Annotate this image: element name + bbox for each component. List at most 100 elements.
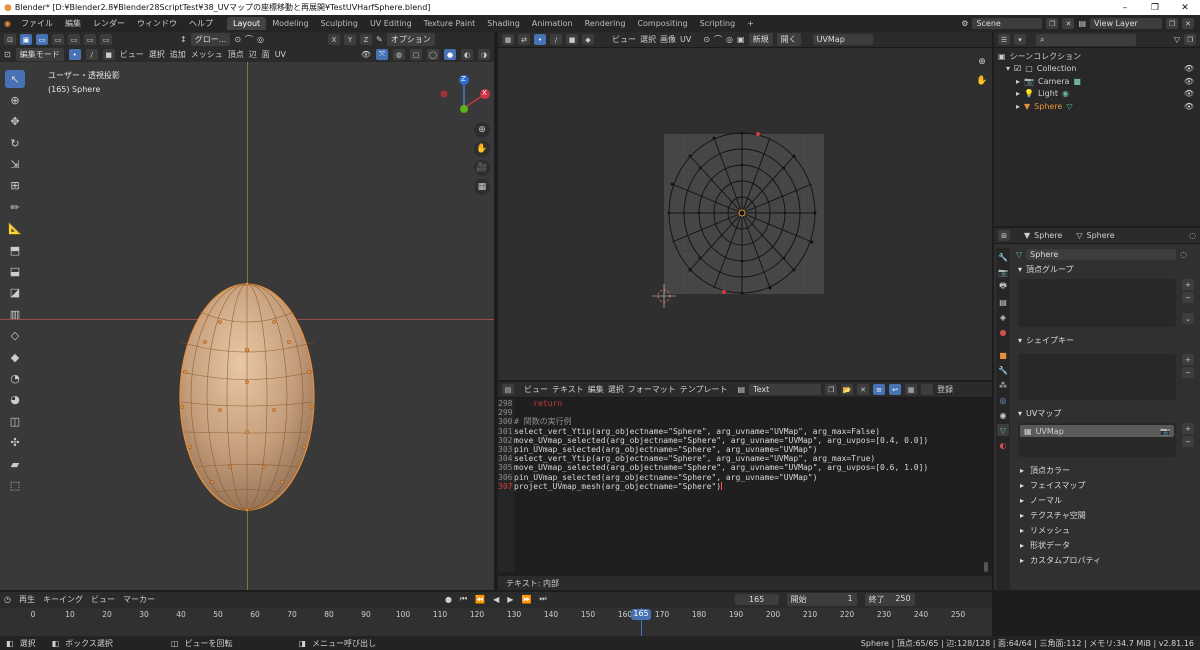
view-layer-tab-icon[interactable]: ▤: [997, 296, 1009, 308]
view-layer-field[interactable]: View Layer: [1090, 18, 1162, 29]
code-line[interactable]: 298 return: [498, 399, 928, 408]
normals-panel[interactable]: ▸ ノーマル: [1012, 493, 1200, 508]
editor-type-properties-icon[interactable]: ⊞: [998, 230, 1010, 241]
uv-maps-panel-header[interactable]: ▾ UVマップ: [1012, 406, 1200, 421]
overlay-toggle-icon[interactable]: ◍: [393, 49, 405, 60]
tl-menu-playback[interactable]: 再生: [19, 594, 35, 605]
remove-uvmap-button[interactable]: −: [1182, 436, 1194, 447]
code-line[interactable]: 306 pin_UVmap_selected(arg_objectname="Sp…: [498, 473, 928, 482]
tool-tab-icon[interactable]: 🔧: [997, 251, 1009, 263]
material-tab-icon[interactable]: ◐: [997, 439, 1009, 451]
pin-icon[interactable]: ◌: [1189, 231, 1196, 240]
select-mode-subtract-icon[interactable]: ▭: [68, 34, 80, 45]
uv-maps-list[interactable]: ▦ UVMap 📷: [1018, 423, 1176, 457]
tl-menu-keying[interactable]: キーイング: [43, 594, 83, 605]
options-dropdown[interactable]: オプション: [386, 33, 435, 46]
proportional-edit-icon[interactable]: ◎: [257, 35, 264, 44]
code-line[interactable]: 300 # 関数の実行例: [498, 417, 928, 426]
render-tab-icon[interactable]: 📷: [997, 266, 1009, 278]
wireframe-shading-icon[interactable]: ◯: [427, 49, 439, 60]
expand-arrow-icon[interactable]: ▾: [1006, 64, 1010, 73]
code-line[interactable]: 302 move_UVmap_selected(arg_objectname="S…: [498, 436, 928, 445]
menu-window[interactable]: ウィンドウ: [131, 18, 183, 29]
select-mode-extend-icon[interactable]: ▭: [52, 34, 64, 45]
te-menu-templates[interactable]: テンプレート: [680, 384, 728, 395]
collection-row[interactable]: ▾ ☑ ▢ Collection 👁: [994, 63, 1200, 76]
new-collection-icon[interactable]: ❐: [1184, 34, 1196, 45]
maximize-button[interactable]: ❐: [1140, 3, 1170, 13]
te-menu-text[interactable]: テキスト: [552, 384, 584, 395]
tab-texture-paint[interactable]: Texture Paint: [418, 17, 482, 30]
mirror-z-toggle[interactable]: Z: [360, 34, 373, 45]
move-tool-icon[interactable]: ✥: [5, 113, 25, 131]
edge-slide-tool-icon[interactable]: ◫: [5, 412, 25, 430]
scale-tool-icon[interactable]: ⇲: [5, 156, 25, 174]
uv-vertex-mode-icon[interactable]: •: [534, 34, 546, 45]
scene-icon[interactable]: ⚙: [961, 19, 968, 28]
editor-type-icon-3d[interactable]: ⊡: [4, 50, 11, 59]
viewport-3d[interactable]: ⊡ ▣ ▭ ▭ ▭ ▭ ▭ ↕ グロー... ⊙ ⌒ ◎ X Y Z ✎ オプシ…: [0, 32, 496, 590]
code-line[interactable]: 301 select_vert_Ytip(arg_objectname="Sphe…: [498, 427, 928, 436]
menu-file[interactable]: ファイル: [15, 18, 59, 29]
mode-dropdown[interactable]: 編集モード: [15, 48, 64, 61]
select-mode-intersect-icon[interactable]: ▭: [100, 34, 112, 45]
uvmap-dropdown[interactable]: UVMap: [812, 34, 873, 45]
unlink-text-icon[interactable]: ✕: [857, 384, 870, 395]
text-datablock-field[interactable]: Text: [749, 384, 822, 395]
vertex-group-menu-icon[interactable]: ⌄: [1182, 313, 1194, 324]
2d-cursor-icon[interactable]: [652, 284, 676, 308]
vp-menu-mesh[interactable]: メッシュ: [191, 49, 223, 60]
edge-select-mode[interactable]: /: [85, 49, 98, 60]
modifier-tab-icon[interactable]: 🔧: [997, 364, 1009, 376]
tl-menu-view[interactable]: ビュー: [91, 594, 115, 605]
te-menu-select[interactable]: 選択: [608, 384, 624, 395]
visibility-eye-icon[interactable]: 👁: [1184, 64, 1200, 73]
select-mode-new-icon[interactable]: ▭: [36, 34, 48, 45]
new-scene-icon[interactable]: ❐: [1046, 18, 1059, 29]
remesh-panel[interactable]: ▸ リメッシュ: [1012, 523, 1200, 538]
uv-pan-hand-icon[interactable]: ✋: [974, 73, 990, 89]
rendered-shading-icon[interactable]: ◑: [478, 49, 490, 60]
properties-editor[interactable]: ⊞ ▼ Sphere ▽ Sphere ◌ 🔧 📷 🖶 ▤ ◈ ● ■ 🔧 ⁂ …: [994, 228, 1200, 590]
vp-menu-vertex[interactable]: 頂点: [228, 49, 244, 60]
line-numbers-toggle[interactable]: ≡: [873, 384, 886, 395]
gizmo-toggle-icon[interactable]: ⤧: [376, 49, 388, 60]
next-key-icon[interactable]: ⏩: [521, 595, 531, 604]
pan-hand-icon[interactable]: ✋: [474, 141, 490, 157]
active-render-icon[interactable]: 📷: [1160, 427, 1170, 436]
tl-menu-marker[interactable]: マーカー: [123, 594, 155, 605]
new-image-button[interactable]: 新規: [748, 33, 773, 46]
editor-type-timeline-icon[interactable]: ◷: [4, 595, 11, 604]
smooth-tool-icon[interactable]: ◕: [5, 391, 25, 409]
outliner-row-sphere[interactable]: ▸ ▼ Sphere ▽ 👁: [994, 100, 1200, 113]
uv-zoom-icon[interactable]: ⊕: [974, 54, 990, 70]
select-mode-invert-icon[interactable]: ▭: [84, 34, 96, 45]
tab-animation[interactable]: Animation: [526, 17, 579, 30]
start-frame-field[interactable]: 開始 1: [786, 592, 857, 606]
menu-render[interactable]: レンダー: [87, 18, 131, 29]
uv-menu-view[interactable]: ビュー: [612, 34, 636, 45]
end-frame-field[interactable]: 終了 250: [864, 592, 915, 606]
uv-menu-select[interactable]: 選択: [640, 34, 656, 45]
filter-icon[interactable]: ▽: [1174, 35, 1180, 44]
material-shading-icon[interactable]: ◐: [461, 49, 473, 60]
camera-data-icon[interactable]: ■: [1073, 77, 1081, 86]
navigation-gizmo[interactable]: Z X: [436, 72, 496, 122]
particles-tab-icon[interactable]: ⁂: [997, 379, 1009, 391]
register-checkbox[interactable]: [921, 384, 934, 395]
sphere-mesh[interactable]: [160, 282, 340, 517]
new-text-icon[interactable]: ❐: [825, 384, 838, 395]
expand-arrow-icon[interactable]: ▸: [1016, 102, 1020, 111]
tab-layout[interactable]: Layout: [226, 17, 267, 30]
jump-end-icon[interactable]: ⏭: [539, 594, 546, 604]
solid-shading-icon[interactable]: ●: [444, 49, 456, 60]
editor-type-outliner-icon[interactable]: ☰: [998, 34, 1010, 45]
tab-compositing[interactable]: Compositing: [631, 17, 693, 30]
poly-build-tool-icon[interactable]: ◆: [5, 348, 25, 366]
tab-sculpting[interactable]: Sculpting: [315, 17, 364, 30]
uv-grid[interactable]: [658, 132, 828, 307]
play-reverse-icon[interactable]: ◀: [493, 595, 499, 604]
frame-ruler[interactable]: 0 10 20 30 40 50 60 70 80 90 100 110 120 130 140 150 160…: [0, 608, 992, 636]
new-view-layer-icon[interactable]: ❐: [1166, 18, 1178, 29]
camera-view-icon[interactable]: 🎥: [474, 160, 490, 176]
